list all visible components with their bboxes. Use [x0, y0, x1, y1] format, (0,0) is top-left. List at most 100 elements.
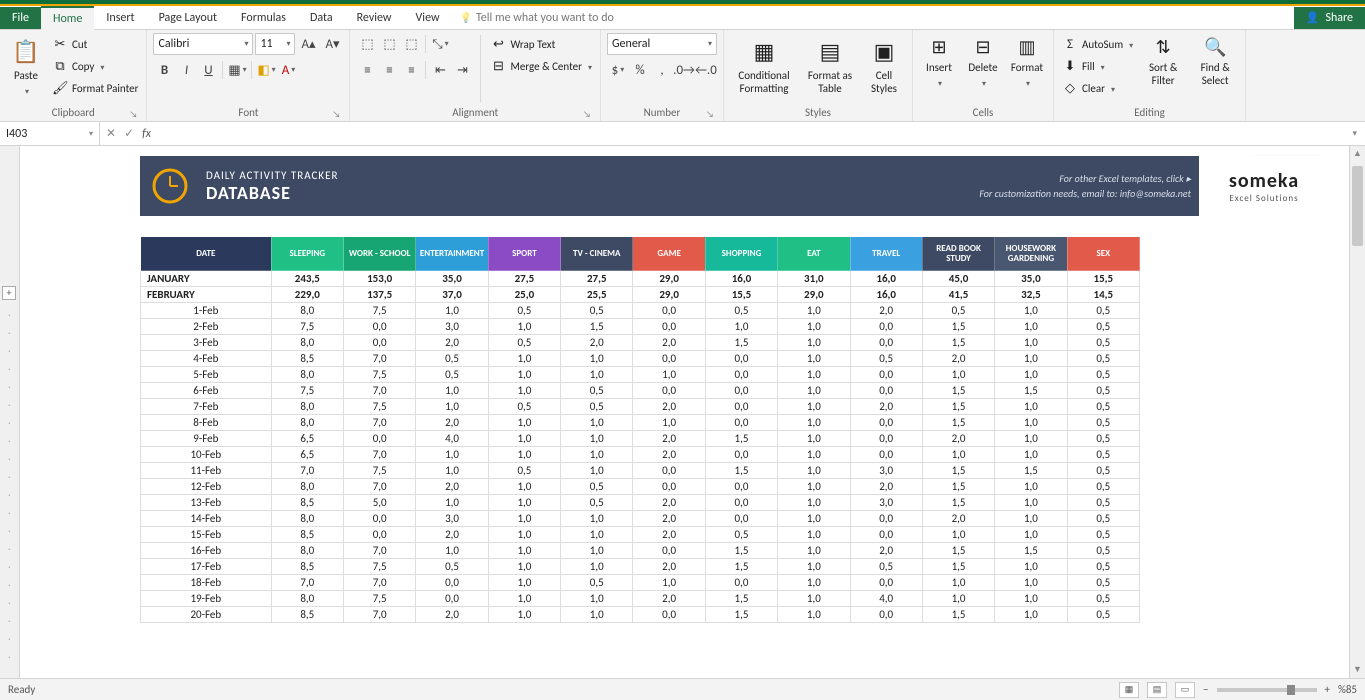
data-cell[interactable]: 0,0	[633, 463, 705, 479]
data-cell[interactable]: 1,5	[705, 591, 777, 607]
row-label-cell[interactable]: 11-Feb	[141, 463, 272, 479]
sort-filter-button[interactable]: ⇅Sort & Filter	[1139, 33, 1187, 104]
data-cell[interactable]: 8,0	[271, 367, 343, 383]
cell-styles-button[interactable]: ▣Cell Styles	[862, 33, 906, 104]
scroll-up-icon[interactable]: ▲	[1350, 146, 1365, 162]
merge-dropdown-icon[interactable]	[586, 60, 592, 73]
data-cell[interactable]: 8,5	[271, 495, 343, 511]
data-cell[interactable]: 1,0	[778, 511, 850, 527]
data-cell[interactable]: 1,5	[922, 415, 994, 431]
data-cell[interactable]: 2,0	[416, 479, 488, 495]
data-cell[interactable]: 0,0	[344, 319, 416, 335]
tab-formulas[interactable]: Formulas	[229, 7, 298, 29]
data-cell[interactable]: 0,5	[922, 303, 994, 319]
data-cell[interactable]: 1,0	[561, 511, 633, 527]
tab-page-layout[interactable]: Page Layout	[147, 7, 229, 29]
data-cell[interactable]: 8,0	[271, 415, 343, 431]
data-cell[interactable]: 0,0	[705, 367, 777, 383]
decrease-font-icon[interactable]: A▾	[321, 33, 343, 55]
data-cell[interactable]: 0,0	[705, 351, 777, 367]
data-cell[interactable]: 0,0	[633, 383, 705, 399]
data-cell[interactable]: 45,0	[922, 271, 994, 287]
delete-cells-button[interactable]: ⊟Delete	[963, 33, 1003, 104]
data-cell[interactable]: 1,5	[922, 335, 994, 351]
data-cell[interactable]: 1,0	[995, 447, 1067, 463]
data-cell[interactable]: 7,0	[344, 383, 416, 399]
data-cell[interactable]: 1,0	[995, 431, 1067, 447]
copy-button[interactable]: ⧉Copy	[50, 55, 140, 77]
data-cell[interactable]: 4,0	[416, 431, 488, 447]
data-cell[interactable]: 1,0	[778, 479, 850, 495]
column-header[interactable]: ENTERTAINMENT	[416, 237, 488, 271]
data-cell[interactable]: 8,5	[271, 559, 343, 575]
data-cell[interactable]: 25,5	[561, 287, 633, 303]
data-cell[interactable]: 1,5	[922, 543, 994, 559]
data-cell[interactable]: 2,0	[850, 399, 922, 415]
data-cell[interactable]: 1,0	[633, 415, 705, 431]
conditional-formatting-button[interactable]: ▦Conditional Formatting	[730, 33, 798, 104]
data-cell[interactable]: 7,0	[271, 463, 343, 479]
data-cell[interactable]: 0,5	[416, 351, 488, 367]
data-cell[interactable]: 0,5	[1067, 447, 1139, 463]
zoom-level[interactable]: %85	[1338, 683, 1357, 696]
data-cell[interactable]: 1,0	[778, 303, 850, 319]
data-cell[interactable]: 1,0	[561, 367, 633, 383]
data-cell[interactable]: 6,5	[271, 447, 343, 463]
data-cell[interactable]: 1,0	[778, 591, 850, 607]
format-painter-button[interactable]: 🖌Format Painter	[50, 77, 140, 99]
data-cell[interactable]: 3,0	[416, 319, 488, 335]
accounting-format-icon[interactable]: $	[607, 59, 629, 81]
decrease-decimal-icon[interactable]: ←.0	[695, 59, 717, 81]
data-cell[interactable]: 1,5	[922, 399, 994, 415]
data-cell[interactable]: 1,0	[778, 319, 850, 335]
border-button[interactable]: ▦	[226, 59, 248, 81]
row-label-cell[interactable]: 10-Feb	[141, 447, 272, 463]
row-label-cell[interactable]: 13-Feb	[141, 495, 272, 511]
cut-button[interactable]: ✂Cut	[50, 33, 140, 55]
fx-icon[interactable]: fx	[142, 127, 151, 141]
data-cell[interactable]: 1,0	[995, 367, 1067, 383]
data-cell[interactable]: 1,0	[995, 335, 1067, 351]
data-cell[interactable]: 2,0	[633, 335, 705, 351]
data-cell[interactable]: 14,5	[1067, 287, 1139, 303]
data-row[interactable]: 17-Feb8,57,50,51,01,02,01,51,00,51,51,00…	[141, 559, 1140, 575]
copy-dropdown-icon[interactable]	[98, 60, 104, 73]
data-cell[interactable]: 153,0	[344, 271, 416, 287]
data-cell[interactable]: 0,5	[1067, 495, 1139, 511]
data-row[interactable]: 12-Feb8,07,02,01,00,50,00,01,02,01,51,00…	[141, 479, 1140, 495]
data-cell[interactable]: 2,0	[416, 607, 488, 623]
data-row[interactable]: 8-Feb8,07,02,01,01,01,00,01,00,01,51,00,…	[141, 415, 1140, 431]
data-cell[interactable]: 7,0	[344, 415, 416, 431]
data-row[interactable]: 9-Feb6,50,04,01,01,02,01,51,00,02,01,00,…	[141, 431, 1140, 447]
data-cell[interactable]: 1,5	[705, 607, 777, 623]
data-cell[interactable]: 1,0	[995, 399, 1067, 415]
data-cell[interactable]: 0,0	[850, 431, 922, 447]
data-cell[interactable]: 0,5	[488, 399, 560, 415]
data-cell[interactable]: 1,0	[922, 591, 994, 607]
data-row[interactable]: 3-Feb8,00,02,00,52,02,01,51,00,01,51,00,…	[141, 335, 1140, 351]
data-cell[interactable]: 1,0	[488, 559, 560, 575]
align-top-icon[interactable]: ⬚	[356, 33, 378, 55]
increase-decimal-icon[interactable]: .0→	[673, 59, 695, 81]
data-cell[interactable]: 29,0	[633, 271, 705, 287]
data-cell[interactable]: 1,0	[488, 591, 560, 607]
align-left-icon[interactable]: ≡	[356, 59, 378, 81]
data-cell[interactable]: 0,0	[850, 367, 922, 383]
font-size-select[interactable]: 11	[255, 33, 295, 55]
data-cell[interactable]: 1,0	[995, 591, 1067, 607]
data-cell[interactable]: 1,0	[778, 495, 850, 511]
cancel-formula-icon[interactable]: ✕	[106, 126, 116, 141]
data-cell[interactable]: 2,0	[416, 415, 488, 431]
data-cell[interactable]: 0,5	[416, 559, 488, 575]
data-cell[interactable]: 0,0	[705, 447, 777, 463]
data-cell[interactable]: 1,0	[416, 303, 488, 319]
page-layout-view-button[interactable]: ▤	[1147, 682, 1167, 698]
column-header[interactable]: TV - CINEMA	[561, 237, 633, 271]
clipboard-launcher-icon[interactable]: ↘	[128, 109, 138, 119]
column-header[interactable]: SLEEPING	[271, 237, 343, 271]
data-cell[interactable]: 1,0	[778, 447, 850, 463]
data-row[interactable]: 10-Feb6,57,01,01,01,02,00,01,00,01,01,00…	[141, 447, 1140, 463]
accept-formula-icon[interactable]: ✓	[124, 126, 134, 141]
font-launcher-icon[interactable]: ↘	[331, 109, 341, 119]
data-cell[interactable]: 2,0	[633, 559, 705, 575]
